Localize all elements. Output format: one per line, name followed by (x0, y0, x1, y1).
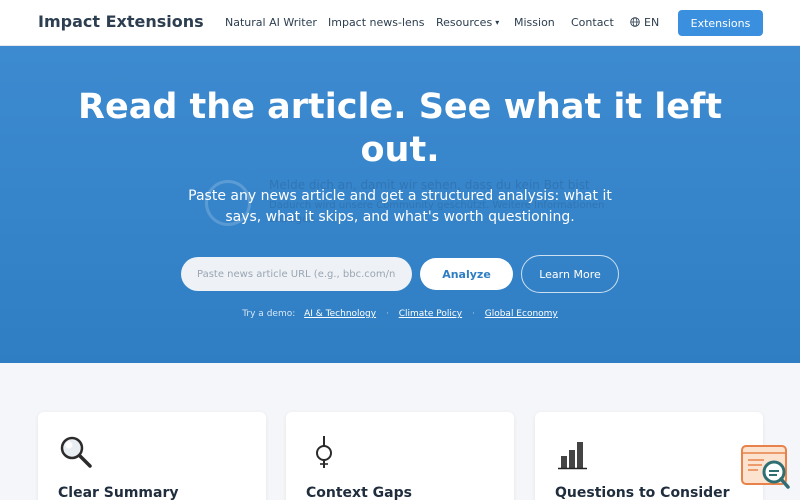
analyze-button[interactable]: Analyze (420, 258, 513, 290)
feature-card-questions: Questions to Consider (535, 412, 763, 500)
feature-card-context-gaps: Context Gaps (286, 412, 514, 500)
demo-link-climate-policy[interactable]: Climate Policy (399, 309, 462, 319)
magnifier-icon (60, 436, 92, 468)
lightbulb-icon (316, 436, 332, 468)
language-selector[interactable]: EN (630, 16, 659, 29)
demo-link-global-economy[interactable]: Global Economy (485, 309, 558, 319)
hero-section: Melde dich an, damit wir sehen, dass du … (0, 46, 800, 363)
demo-links: Try a demo: AI & Technology · Climate Po… (0, 309, 800, 319)
demo-link-ai-technology[interactable]: AI & Technology (304, 309, 376, 319)
nav-link-resources[interactable]: Resources ▾ (436, 16, 499, 29)
card-title: Context Gaps (306, 485, 412, 500)
analysis-widget-icon[interactable] (740, 444, 792, 490)
globe-icon (630, 17, 640, 27)
separator-dot: · (385, 309, 389, 319)
chevron-down-icon: ▾ (495, 18, 500, 27)
card-title: Questions to Consider (555, 485, 730, 500)
nav-link-natural-ai-writer[interactable]: Natural AI Writer (225, 16, 317, 29)
learn-more-button[interactable]: Learn More (521, 255, 619, 293)
top-navigation: Impact Extensions Natural AI Writer Impa… (0, 0, 800, 46)
separator-dot: · (471, 309, 475, 319)
nav-link-resources-label: Resources (436, 16, 493, 29)
extensions-button[interactable]: Extensions (678, 10, 763, 36)
hero-subtitle: Paste any news article and get a structu… (188, 188, 612, 225)
feature-card-clear-summary: Clear Summary (38, 412, 266, 500)
nav-link-contact[interactable]: Contact (571, 16, 614, 29)
hero-title: Read the article. See what it left out. (78, 87, 722, 170)
nav-link-impact-news-lens[interactable]: Impact news-lens (328, 16, 425, 29)
nav-link-mission[interactable]: Mission (514, 16, 555, 29)
article-url-input[interactable] (181, 257, 412, 291)
card-title: Clear Summary (58, 485, 179, 500)
brand-logo[interactable]: Impact Extensions (38, 12, 204, 31)
language-label: EN (644, 16, 660, 29)
demo-label: Try a demo: (242, 309, 296, 319)
bar-chart-icon (558, 442, 587, 470)
